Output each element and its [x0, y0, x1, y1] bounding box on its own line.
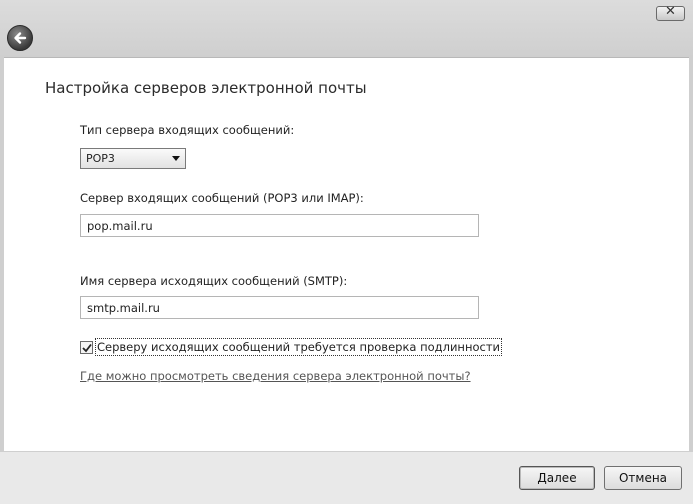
outgoing-server-value: smtp.mail.ru: [87, 301, 160, 315]
incoming-type-label: Тип сервера входящих сообщений:: [80, 123, 295, 137]
incoming-server-value: pop.mail.ru: [87, 219, 153, 233]
title-bar: [0, 0, 693, 58]
window-edge-right: [689, 57, 693, 461]
incoming-server-input[interactable]: pop.mail.ru: [80, 214, 479, 237]
checkmark-icon: [82, 343, 92, 353]
cancel-button[interactable]: Отмена: [604, 466, 682, 490]
outgoing-server-input[interactable]: smtp.mail.ru: [80, 296, 479, 319]
page-title: Настройка серверов электронной почты: [45, 79, 367, 97]
incoming-server-label: Сервер входящих сообщений (POP3 или IMAP…: [80, 191, 364, 205]
auth-checkbox[interactable]: [80, 341, 93, 354]
outgoing-server-label: Имя сервера исходящих сообщений (SMTP):: [80, 274, 348, 288]
back-arrow-icon: [14, 32, 27, 44]
close-icon: ✕: [665, 4, 676, 19]
auth-checkbox-label[interactable]: Серверу исходящих сообщений требуется пр…: [94, 338, 503, 356]
chevron-down-icon: [172, 156, 180, 161]
incoming-type-select[interactable]: POP3: [80, 148, 186, 169]
incoming-type-value: POP3: [86, 152, 115, 165]
next-button[interactable]: Далее: [519, 466, 595, 490]
close-button[interactable]: ✕: [656, 4, 685, 21]
server-info-help-link[interactable]: Где можно просмотреть сведения сервера э…: [80, 369, 471, 383]
window-edge-left: [0, 57, 4, 461]
back-button[interactable]: [7, 25, 33, 51]
